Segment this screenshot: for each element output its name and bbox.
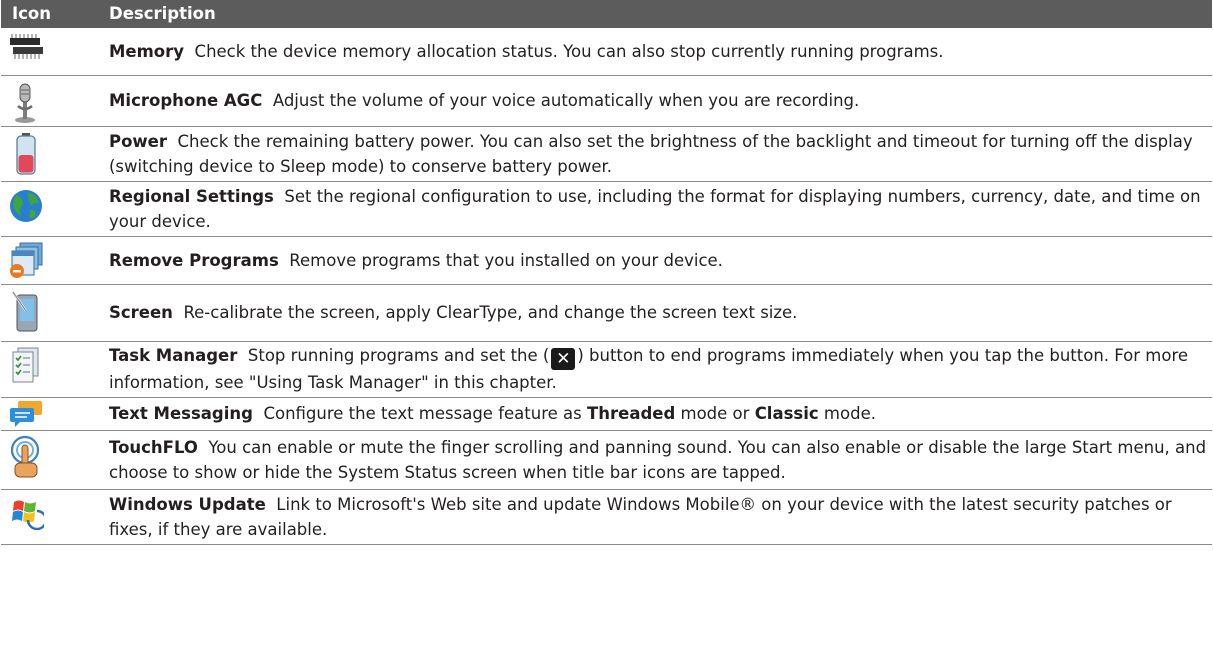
row-term: Microphone AGC [109, 91, 263, 110]
row-term: Memory [109, 41, 185, 61]
table-row: Windows Update Link to Microsoft's Web s… [1, 489, 1212, 545]
close-x-icon: ✕ [551, 348, 576, 370]
row-term: Screen [109, 303, 173, 322]
threaded-mode-label: Threaded [586, 404, 676, 423]
row-description: Remove programs that you installed on yo… [289, 250, 723, 270]
table-row: Text Messaging Configure the text messag… [1, 397, 1212, 431]
row-term: Windows Update [109, 494, 266, 514]
table-row: Task Manager Stop running programs and s… [1, 341, 1212, 398]
table-row: Power Check the remaining battery power.… [1, 126, 1212, 182]
row-description-before: Stop running programs and set the ( [247, 346, 550, 365]
row-description: Re-calibrate the screen, apply ClearType… [183, 303, 798, 322]
task-manager-icon [8, 346, 98, 386]
table-row: Memory Check the device memory allocatio… [1, 28, 1212, 76]
touchflo-icon [8, 435, 98, 481]
row-description-part: mode. [823, 404, 876, 423]
battery-icon [8, 131, 98, 177]
text-messaging-icon [8, 400, 98, 430]
row-description-part: Configure the text message feature as [263, 404, 582, 423]
settings-icon-table: Icon Description Memory Check the device… [1, 0, 1212, 545]
table-row: TouchFLO You can enable or mute the fing… [1, 430, 1212, 490]
memory-chip-icon [8, 32, 98, 62]
windows-update-icon [8, 494, 98, 530]
row-description: Check the remaining battery power. You c… [109, 131, 1193, 176]
screen-device-icon [8, 289, 98, 335]
remove-programs-icon [8, 241, 98, 281]
row-term: TouchFLO [109, 437, 198, 457]
row-description: Link to Microsoft's Web site and update … [109, 494, 1172, 539]
table-row: Remove Programs Remove programs that you… [1, 236, 1212, 285]
microphone-icon [8, 80, 98, 124]
table-row: Screen Re-calibrate the screen, apply Cl… [1, 284, 1212, 342]
globe-icon [8, 186, 98, 224]
row-term: Remove Programs [109, 250, 279, 270]
row-term: Power [109, 131, 167, 151]
row-term: Task Manager [109, 346, 238, 365]
table-row: Regional Settings Set the regional confi… [1, 181, 1212, 237]
row-description: Adjust the volume of your voice automati… [272, 91, 860, 110]
classic-mode-label: Classic [754, 404, 819, 423]
icon-column-header: Icon [12, 4, 52, 23]
description-column-header: Description [109, 4, 216, 23]
row-description-part: mode or [680, 404, 750, 423]
table-row: Microphone AGC Adjust the volume of your… [1, 75, 1212, 127]
row-description: Check the device memory allocation statu… [194, 41, 944, 61]
table-header-row: Icon Description [1, 0, 1212, 28]
row-description: You can enable or mute the finger scroll… [109, 437, 1207, 482]
row-term: Text Messaging [109, 404, 253, 423]
row-term: Regional Settings [109, 186, 274, 206]
